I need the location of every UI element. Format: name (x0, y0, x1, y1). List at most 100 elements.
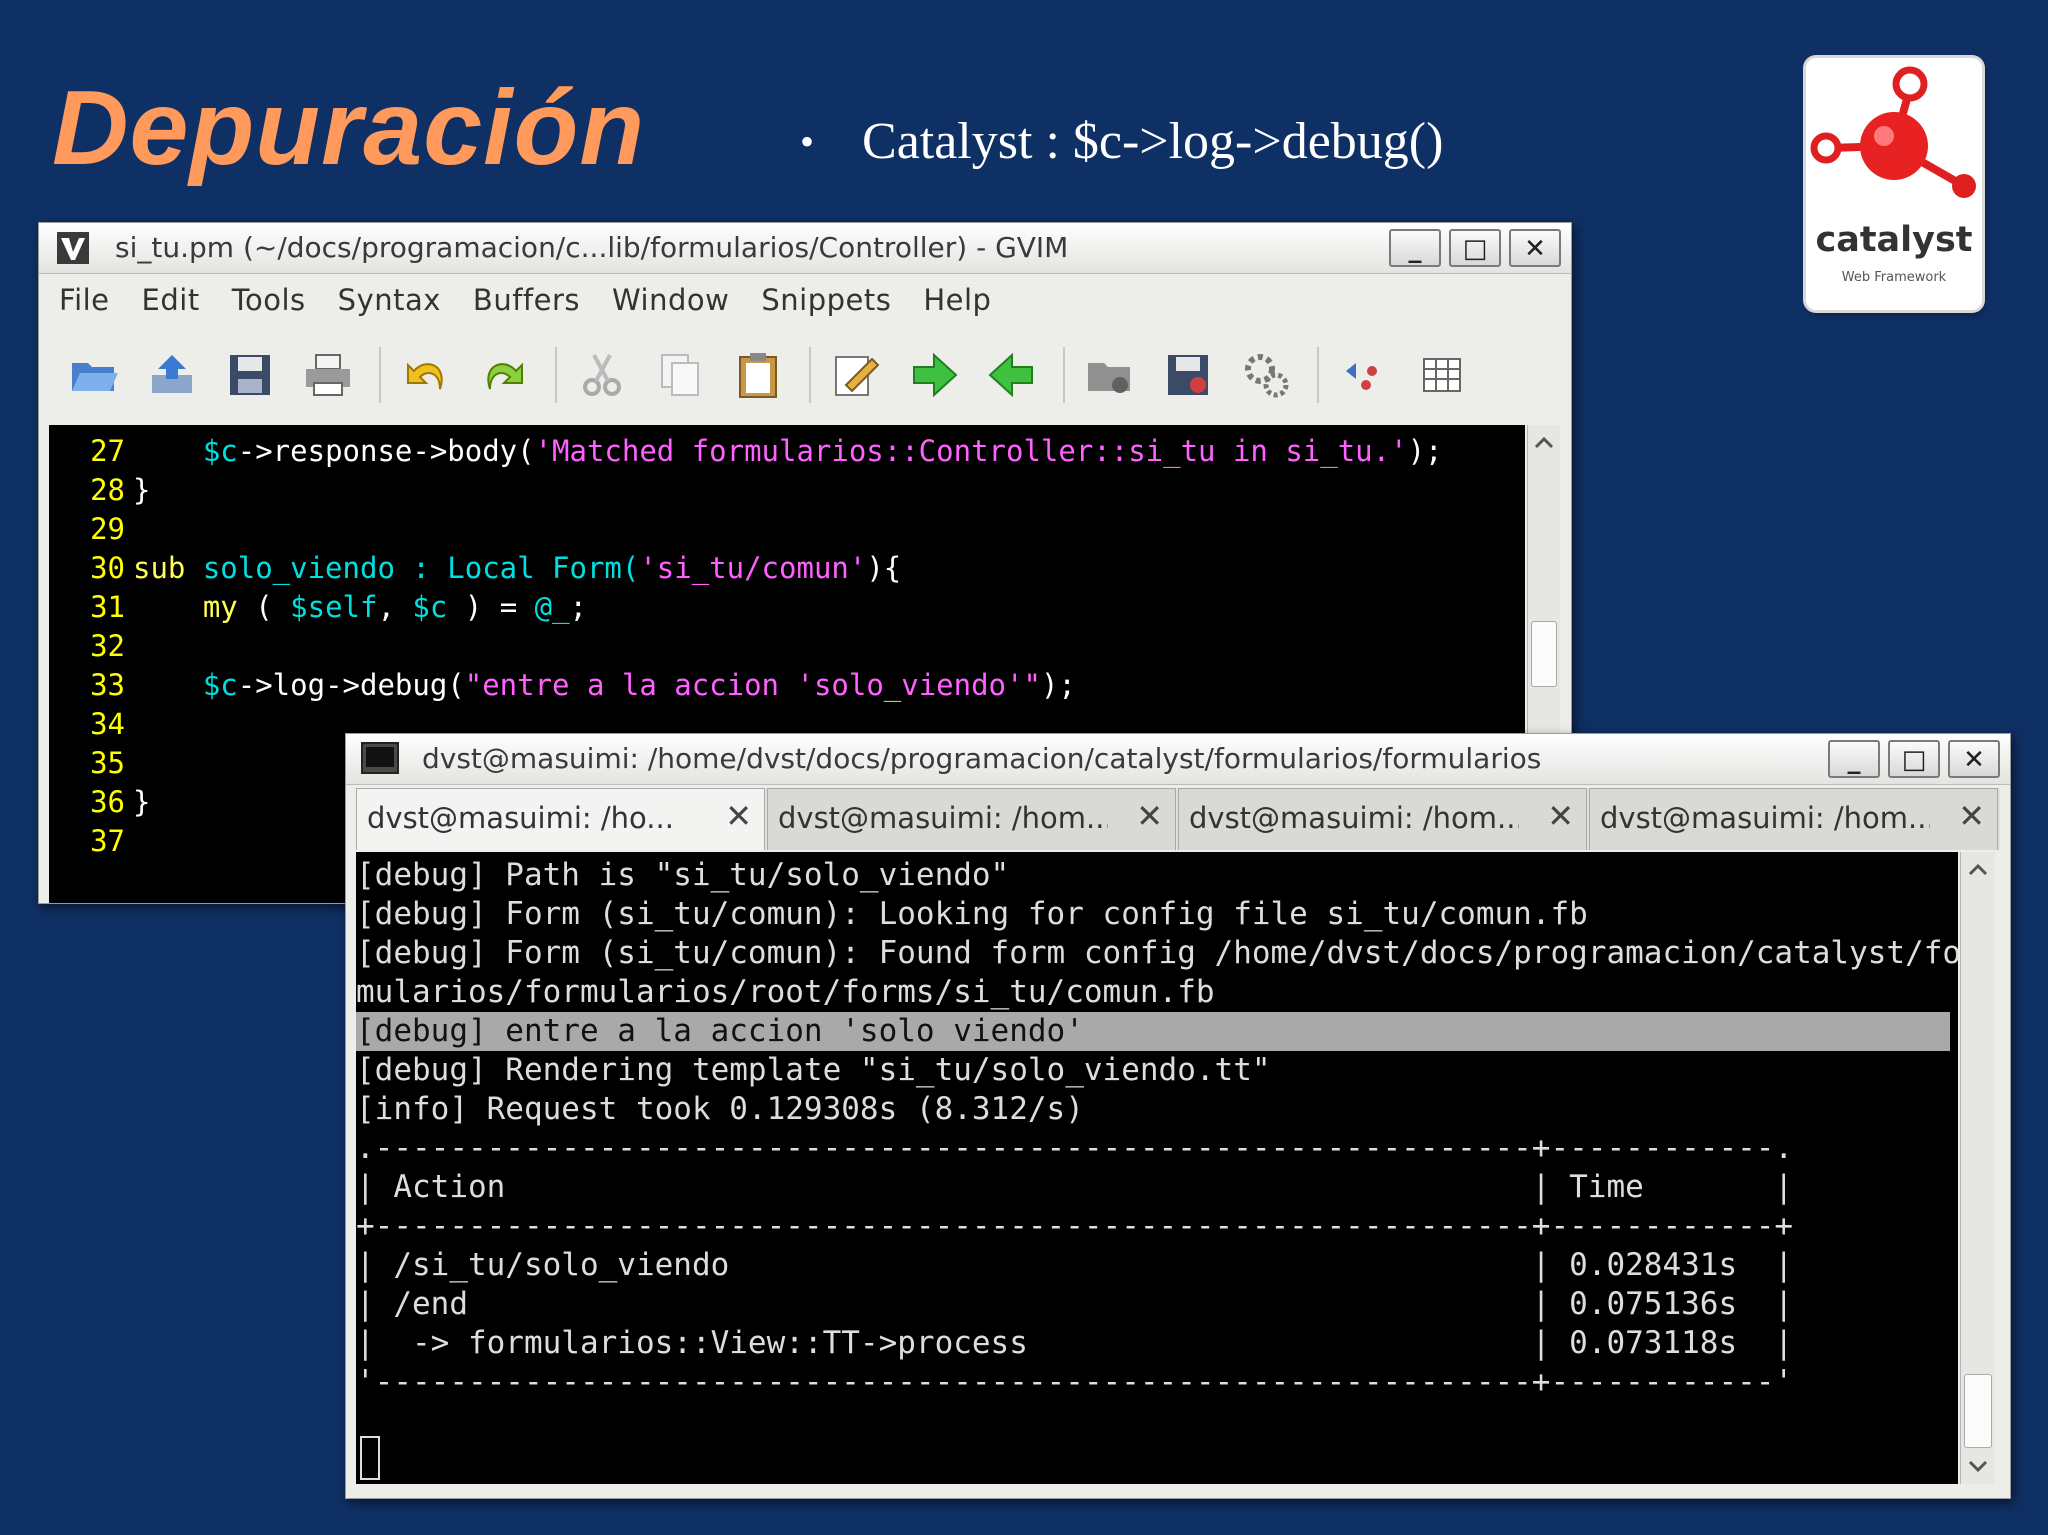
tab-close-icon[interactable]: ✕ (1958, 797, 1985, 835)
line-number: 37 (90, 824, 125, 858)
code-token: $c (202, 668, 238, 702)
line-number: 31 (90, 590, 125, 624)
back-arrow-icon[interactable] (981, 344, 1043, 406)
toolbar-separator (1063, 347, 1065, 403)
scroll-down-icon[interactable] (1962, 1450, 1994, 1482)
menu-edit[interactable]: Edit (142, 283, 200, 317)
open-folder-icon[interactable] (63, 344, 125, 406)
code-line: 34 (49, 704, 133, 744)
terminal-scroll-thumb[interactable] (1964, 1374, 1992, 1448)
code-line: 32 (49, 626, 133, 666)
bullet-point: • Catalyst : $c->log->debug() (800, 112, 1443, 171)
terminal-line: mularios/formularios/root/forms/si_tu/co… (356, 974, 1215, 1010)
terminal-title: dvst@masuimi: /home/dvst/docs/programaci… (422, 742, 1542, 775)
code-line: 35 (49, 743, 133, 783)
scroll-up-icon[interactable] (1962, 854, 1994, 886)
code-line: 36} (49, 782, 150, 822)
terminal-line: .---------------------------------------… (356, 1130, 1794, 1166)
tab-label: dvst@masuimi: /hom... (1189, 801, 1519, 835)
code-token: ( (237, 590, 291, 624)
maximize-button[interactable]: □ (1449, 229, 1501, 267)
toolbar-separator (555, 347, 557, 403)
code-line: 37 (49, 821, 133, 861)
save-session-icon[interactable] (1157, 344, 1219, 406)
tab-close-icon[interactable]: ✕ (1547, 797, 1574, 835)
code-line: 28} (49, 470, 150, 510)
menu-file[interactable]: File (59, 283, 110, 317)
copy-icon[interactable] (649, 344, 711, 406)
menu-tools[interactable]: Tools (232, 283, 306, 317)
run-script-icon[interactable] (1235, 344, 1297, 406)
code-token: ->log->debug( (237, 668, 465, 702)
terminal-line: | Action | Time | (356, 1169, 1794, 1205)
terminal-app-icon (361, 742, 399, 774)
maximize-button[interactable]: □ (1888, 740, 1940, 778)
code-line: 31 my ( $self, $c ) = @_; (49, 587, 587, 627)
scroll-up-icon[interactable] (1528, 427, 1560, 459)
terminal-cursor (360, 1436, 380, 1480)
catalyst-molecule-icon (1810, 66, 1976, 198)
terminal-tabbar: dvst@masuimi: /ho... ✕ dvst@masuimi: /ho… (356, 788, 2000, 850)
line-number: 34 (90, 707, 125, 741)
code-token: solo_viendo : Local Form( (202, 551, 640, 585)
menu-snippets[interactable]: Snippets (761, 283, 891, 317)
table-icon[interactable] (1411, 344, 1473, 406)
terminal-tab-1[interactable]: dvst@masuimi: /ho... ✕ (356, 788, 765, 850)
toolbar-separator (379, 347, 381, 403)
line-number: 27 (90, 434, 125, 468)
menu-syntax[interactable]: Syntax (338, 283, 441, 317)
catalyst-logo: catalyst Web Framework (1806, 58, 1982, 310)
floppy-icon[interactable] (219, 344, 281, 406)
menu-help[interactable]: Help (923, 283, 991, 317)
close-button[interactable]: ✕ (1948, 740, 2000, 778)
undo-icon[interactable] (395, 344, 457, 406)
forward-arrow-icon[interactable] (903, 344, 965, 406)
editor-scroll-thumb[interactable] (1531, 621, 1557, 687)
load-session-icon[interactable] (1079, 344, 1141, 406)
code-token: ; (569, 590, 588, 624)
tags-icon[interactable] (1333, 344, 1395, 406)
find-replace-icon[interactable] (825, 344, 887, 406)
terminal-output[interactable]: [debug] Path is "si_tu/solo_viendo" [debu… (356, 852, 1958, 1484)
print-icon[interactable] (297, 344, 359, 406)
terminal-line: | -> formularios::View::TT->process | 0.… (356, 1325, 1794, 1361)
terminal-scrollbar[interactable] (1960, 852, 1995, 1484)
menu-buffers[interactable]: Buffers (473, 283, 580, 317)
paste-icon[interactable] (727, 344, 789, 406)
logo-text: catalyst (1815, 220, 1973, 260)
gvim-toolbar (39, 329, 1571, 421)
slide-title: Depuración (52, 69, 646, 187)
redo-icon[interactable] (473, 344, 535, 406)
terminal-tab-2[interactable]: dvst@masuimi: /hom... ✕ (767, 788, 1176, 850)
code-token: ->response->body( (237, 434, 535, 468)
gvim-menubar: File Edit Tools Syntax Buffers Window Sn… (39, 274, 1571, 326)
gvim-title: si_tu.pm (~/docs/programacion/c...lib/fo… (115, 231, 1069, 264)
code-token: } (133, 473, 151, 507)
terminal-line: [info] Request took 0.129308s (8.312/s) (356, 1091, 1084, 1127)
terminal-line: | /si_tu/solo_viendo | 0.028431s | (356, 1247, 1794, 1283)
tab-label: dvst@masuimi: /hom... (778, 801, 1108, 835)
menu-window[interactable]: Window (612, 283, 729, 317)
code-token: ) = (447, 590, 535, 624)
terminal-tab-4[interactable]: dvst@masuimi: /hom... ✕ (1589, 788, 1998, 850)
save-upload-icon[interactable] (141, 344, 203, 406)
terminal-line: | /end | 0.075136s | (356, 1286, 1794, 1322)
tab-close-icon[interactable]: ✕ (1136, 797, 1163, 835)
minimize-button[interactable]: _ (1389, 229, 1441, 267)
terminal-window[interactable]: dvst@masuimi: /home/dvst/docs/programaci… (345, 733, 2011, 1499)
line-number: 33 (90, 668, 125, 702)
gvim-titlebar[interactable]: si_tu.pm (~/docs/programacion/c...lib/fo… (39, 223, 1571, 274)
cut-icon[interactable] (571, 344, 633, 406)
terminal-tab-3[interactable]: dvst@masuimi: /hom... ✕ (1178, 788, 1587, 850)
tab-close-icon[interactable]: ✕ (725, 797, 752, 835)
tab-label: dvst@masuimi: /hom... (1600, 801, 1930, 835)
terminal-titlebar[interactable]: dvst@masuimi: /home/dvst/docs/programaci… (346, 734, 2010, 785)
close-button[interactable]: ✕ (1509, 229, 1561, 267)
minimize-button[interactable]: _ (1828, 740, 1880, 778)
code-line: 27 $c->response->body('Matched formulari… (49, 431, 1442, 471)
terminal-line: [debug] Form (si_tu/comun): Found form c… (356, 935, 1958, 971)
code-token: ); (1407, 434, 1443, 468)
code-token: "entre a la accion 'solo (464, 668, 884, 702)
